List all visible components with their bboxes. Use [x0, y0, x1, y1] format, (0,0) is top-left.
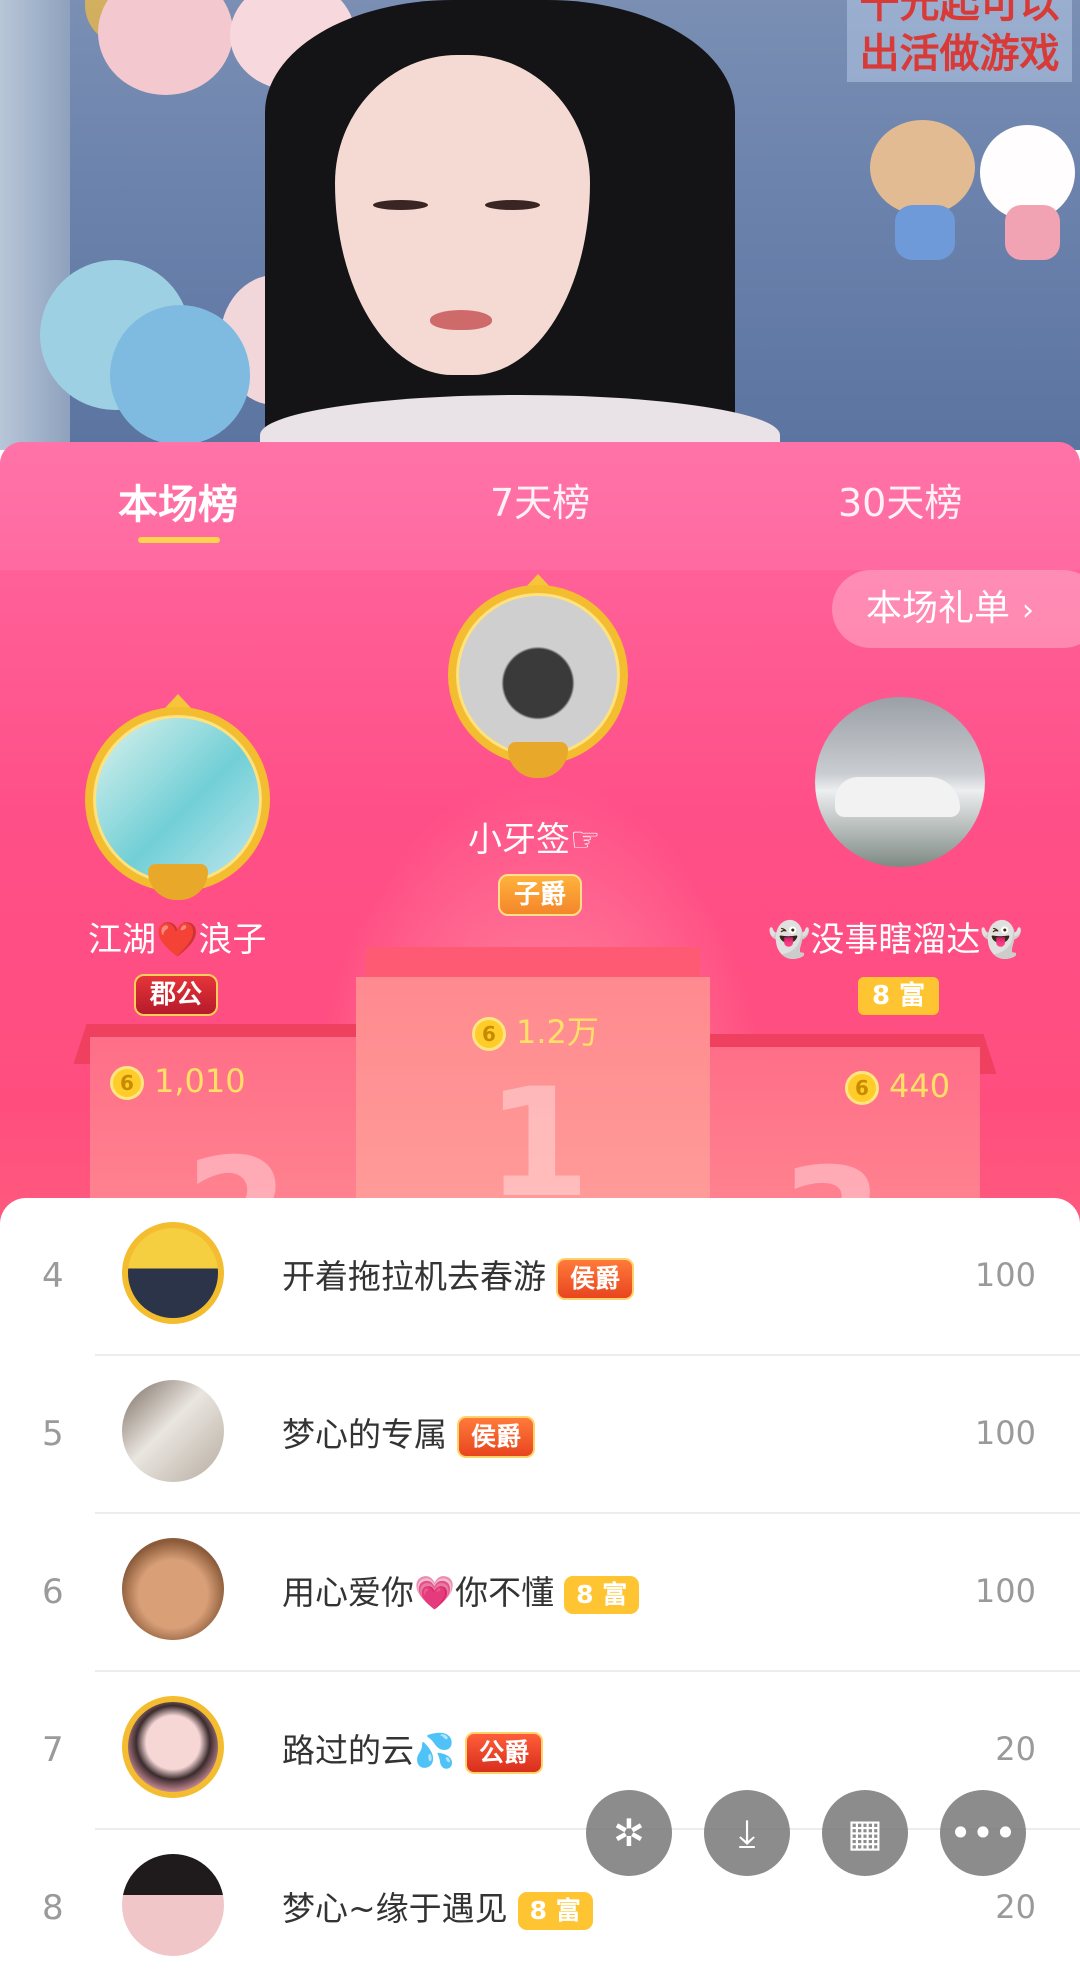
top2-name: 江湖❤️浪子	[88, 920, 267, 960]
score: 100	[974, 1572, 1036, 1610]
top1-amount: 6 1.2万	[472, 1007, 599, 1053]
balloon	[98, 0, 233, 95]
top3-avatar[interactable]	[815, 697, 985, 867]
download-button[interactable]: ⤓	[704, 1790, 790, 1876]
bear-sticker	[870, 120, 975, 215]
gift-list-button[interactable]: 本场礼单 ›	[832, 570, 1080, 648]
ranking-tabs: 本场榜 7天榜 30天榜	[0, 442, 1080, 570]
grid-button[interactable]: ▦	[822, 1790, 908, 1876]
active-tab-indicator	[138, 537, 220, 543]
avatar[interactable]	[122, 1222, 224, 1324]
user-name: 梦心~缘于遇见 8 富	[282, 1882, 593, 1930]
score: 100	[974, 1414, 1036, 1452]
coin-icon: 6	[472, 1017, 506, 1051]
more-icon: •••	[949, 1811, 1017, 1855]
noble-wing-icon	[148, 864, 208, 900]
list-item[interactable]: 4 开着拖拉机去春游 侯爵 100	[0, 1198, 1080, 1356]
rank-number: 8	[42, 1888, 64, 1928]
noble-badge: 公爵	[465, 1731, 544, 1774]
poster-text: 千元起可以 出活做游戏	[847, 0, 1072, 82]
user-name: 开着拖拉机去春游 侯爵	[282, 1250, 635, 1300]
top1-avatar[interactable]	[448, 585, 628, 765]
share-icon: ✲	[613, 1811, 645, 1855]
top3-name: 👻没事瞎溜达👻	[768, 920, 1023, 960]
list-item[interactable]: 6 用心爱你💗你不懂 8 富 100	[0, 1514, 1080, 1672]
avatar[interactable]	[122, 1380, 224, 1482]
list-item[interactable]: 8 梦心~缘于遇见 8 富 20	[0, 1830, 1080, 1988]
avatar[interactable]	[122, 1538, 224, 1640]
list-item[interactable]: 7 路过的云💦 公爵 20	[0, 1672, 1080, 1830]
top2-amount: 6 1,010	[110, 1062, 246, 1100]
tab-30-days[interactable]: 30天榜	[838, 472, 962, 527]
rank-number: 6	[42, 1572, 64, 1612]
score: 20	[995, 1730, 1036, 1768]
grid-icon: ▦	[847, 1811, 883, 1855]
tab-this-show[interactable]: 本场榜	[118, 472, 238, 530]
avatar[interactable]	[122, 1854, 224, 1956]
top3-amount: 6 440	[845, 1067, 950, 1105]
download-icon: ⤓	[738, 1811, 756, 1855]
noble-badge: 侯爵	[556, 1257, 635, 1300]
top1-name: 小牙签☞	[468, 820, 601, 860]
top3-badge: 8 富	[858, 977, 940, 1015]
score: 20	[995, 1888, 1036, 1926]
avatar[interactable]	[122, 1696, 224, 1798]
coin-icon: 6	[845, 1071, 879, 1105]
user-name: 路过的云💦 公爵	[282, 1724, 544, 1774]
wealth-badge: 8 富	[517, 1891, 593, 1930]
live-video[interactable]: 千元起可以 出活做游戏	[0, 0, 1080, 450]
tab-7-days[interactable]: 7天榜	[490, 472, 590, 527]
top1-badge: 子爵	[498, 874, 583, 916]
user-name: 梦心的专属 侯爵	[282, 1408, 536, 1458]
balloon	[110, 305, 250, 445]
chevron-right-icon: ›	[1022, 593, 1035, 628]
user-name: 用心爱你💗你不懂 8 富	[282, 1566, 640, 1614]
share-button[interactable]: ✲	[586, 1790, 672, 1876]
coin-icon: 6	[110, 1066, 144, 1100]
list-item[interactable]: 5 梦心的专属 侯爵 100	[0, 1356, 1080, 1514]
noble-badge: 侯爵	[457, 1415, 536, 1458]
car-photo	[835, 777, 960, 817]
rank-number: 7	[42, 1730, 64, 1770]
score: 100	[974, 1256, 1036, 1294]
more-button[interactable]: •••	[940, 1790, 1026, 1876]
rank-number: 5	[42, 1414, 64, 1454]
ranking-list: 4 开着拖拉机去春游 侯爵 100 5 梦心的专属 侯爵 100 6 用心爱你💗你不…	[0, 1198, 1080, 1956]
wealth-badge: 8 富	[564, 1575, 640, 1614]
top2-badge: 郡公	[134, 974, 219, 1016]
rank-number: 4	[42, 1256, 64, 1296]
